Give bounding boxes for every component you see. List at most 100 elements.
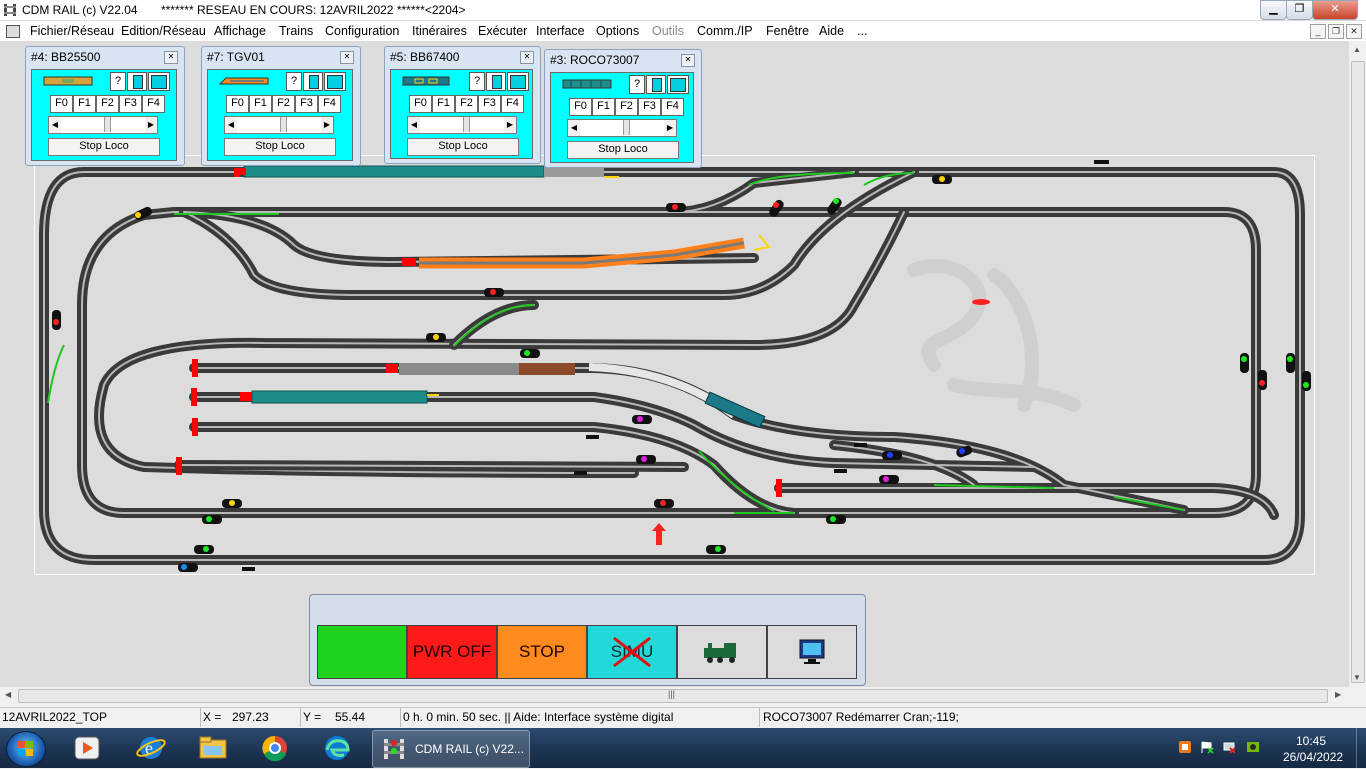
chrome-icon[interactable] xyxy=(248,731,302,765)
scroll-right-icon[interactable]: ▶ xyxy=(1335,690,1341,699)
media-player-icon[interactable] xyxy=(60,731,114,765)
maximize-button[interactable]: ❐ xyxy=(1286,0,1313,20)
help-button[interactable]: ? xyxy=(110,72,126,91)
slider-right-arrow-icon[interactable]: ▶ xyxy=(664,120,676,136)
f3-button[interactable]: F3 xyxy=(478,95,501,113)
menu-options[interactable]: Options xyxy=(596,24,639,38)
track-layout[interactable] xyxy=(34,155,1315,575)
speed-slider-thumb[interactable] xyxy=(280,117,287,132)
help-button[interactable]: ? xyxy=(469,72,485,91)
direction-button[interactable] xyxy=(127,72,147,91)
f0-button[interactable]: F0 xyxy=(409,95,432,113)
menu-affichage[interactable]: Affichage xyxy=(214,24,266,38)
f4-button[interactable]: F4 xyxy=(661,98,684,116)
mdi-close-button[interactable]: ✕ xyxy=(1346,24,1362,39)
help-button[interactable]: ? xyxy=(286,72,302,91)
f4-button[interactable]: F4 xyxy=(318,95,341,113)
f1-button[interactable]: F1 xyxy=(249,95,272,113)
speed-slider[interactable]: ◀ ▶ xyxy=(407,116,517,134)
close-button[interactable]: ✕ xyxy=(1312,0,1358,20)
f4-button[interactable]: F4 xyxy=(501,95,524,113)
vertical-scrollbar[interactable]: ▲ ▼ xyxy=(1349,41,1366,687)
speed-slider-thumb[interactable] xyxy=(104,117,111,132)
stop-loco-button[interactable]: Stop Loco xyxy=(224,138,336,156)
f3-button[interactable]: F3 xyxy=(638,98,661,116)
mdi-child-icon[interactable] xyxy=(6,25,20,38)
f4-button[interactable]: F4 xyxy=(142,95,165,113)
horizontal-scrollbar[interactable]: ◀ ||| ▶ xyxy=(0,687,1349,704)
slider-left-arrow-icon[interactable]: ◀ xyxy=(49,117,61,133)
loco-window-tgv01[interactable]: #7: TGV01 ✕ ? F0 F1 F2 F3 F4 ◀ ▶ Stop Lo… xyxy=(201,46,361,166)
direction-button[interactable] xyxy=(646,75,666,94)
go-button[interactable] xyxy=(317,625,407,679)
power-off-button[interactable]: PWR OFF xyxy=(407,625,497,679)
display-button[interactable] xyxy=(148,72,170,91)
loco-window-roco73007[interactable]: #3: ROCO73007 ✕ ? F0 F1 F2 F3 F4 ◀ ▶ Sto… xyxy=(544,49,702,168)
taskbar-clock[interactable]: 10:45 26/04/2022 xyxy=(1283,733,1343,765)
loco-window-close-button[interactable]: ✕ xyxy=(164,51,178,64)
network-disconnected-icon[interactable] xyxy=(1222,740,1236,754)
f0-button[interactable]: F0 xyxy=(569,98,592,116)
menu-fenetre[interactable]: Fenêtre xyxy=(766,24,809,38)
display-button[interactable] xyxy=(667,75,689,94)
mdi-restore-button[interactable]: ❐ xyxy=(1328,24,1344,39)
train-list-button[interactable] xyxy=(677,625,767,679)
help-button[interactable]: ? xyxy=(629,75,645,94)
taskbar-cdm-rail[interactable]: CDM RAIL (c) V22... xyxy=(372,730,530,768)
menu-trains[interactable]: Trains xyxy=(279,24,313,38)
speed-slider-thumb[interactable] xyxy=(623,120,630,135)
mdi-minimize-button[interactable]: _ xyxy=(1310,24,1326,39)
f2-button[interactable]: F2 xyxy=(272,95,295,113)
menu-comm-ip[interactable]: Comm./IP xyxy=(697,24,753,38)
scroll-left-icon[interactable]: ◀ xyxy=(5,690,11,699)
menu-aide[interactable]: Aide xyxy=(819,24,844,38)
slider-left-arrow-icon[interactable]: ◀ xyxy=(225,117,237,133)
display-button[interactable] xyxy=(324,72,346,91)
f2-button[interactable]: F2 xyxy=(615,98,638,116)
edge-icon[interactable] xyxy=(310,731,364,765)
f3-button[interactable]: F3 xyxy=(295,95,318,113)
simulation-button[interactable]: SIMU xyxy=(587,625,677,679)
internet-explorer-icon[interactable]: e xyxy=(124,731,178,765)
speed-slider[interactable]: ◀ ▶ xyxy=(224,116,334,134)
slider-left-arrow-icon[interactable]: ◀ xyxy=(568,120,580,136)
f1-button[interactable]: F1 xyxy=(73,95,96,113)
direction-button[interactable] xyxy=(486,72,506,91)
menu-itineraires[interactable]: Itinéraires xyxy=(412,24,467,38)
stop-button[interactable]: STOP xyxy=(497,625,587,679)
menu-outils[interactable]: Outils xyxy=(652,24,684,38)
loco-window-close-button[interactable]: ✕ xyxy=(681,54,695,67)
display-button[interactable] xyxy=(507,72,529,91)
menu-configuration[interactable]: Configuration xyxy=(325,24,399,38)
direction-button[interactable] xyxy=(303,72,323,91)
stop-loco-button[interactable]: Stop Loco xyxy=(48,138,160,156)
f3-button[interactable]: F3 xyxy=(119,95,142,113)
loco-window-bb25500[interactable]: #4: BB25500 ✕ ? F0 F1 F2 F3 F4 ◀ ▶ Stop … xyxy=(25,46,185,166)
f1-button[interactable]: F1 xyxy=(432,95,455,113)
menu-interface[interactable]: Interface xyxy=(536,24,585,38)
f1-button[interactable]: F1 xyxy=(592,98,615,116)
tray-app-icon[interactable] xyxy=(1178,740,1192,754)
show-desktop-button[interactable] xyxy=(1356,728,1366,768)
minimize-button[interactable]: ▁ xyxy=(1260,0,1287,20)
menu-more[interactable]: ... xyxy=(857,24,867,38)
stop-loco-button[interactable]: Stop Loco xyxy=(407,138,519,156)
action-center-flag-icon[interactable] xyxy=(1200,740,1214,754)
slider-right-arrow-icon[interactable]: ▶ xyxy=(145,117,157,133)
speed-slider[interactable]: ◀ ▶ xyxy=(567,119,677,137)
menu-fichier[interactable]: Fichier/Réseau xyxy=(30,24,114,38)
nvidia-icon[interactable] xyxy=(1246,740,1260,754)
loco-window-close-button[interactable]: ✕ xyxy=(340,51,354,64)
loco-window-close-button[interactable]: ✕ xyxy=(520,51,534,64)
f2-button[interactable]: F2 xyxy=(96,95,119,113)
f0-button[interactable]: F0 xyxy=(50,95,73,113)
file-explorer-icon[interactable] xyxy=(186,731,240,765)
scroll-up-icon[interactable]: ▲ xyxy=(1353,45,1361,54)
start-button[interactable] xyxy=(6,731,46,767)
speed-slider-thumb[interactable] xyxy=(463,117,470,132)
scroll-down-icon[interactable]: ▼ xyxy=(1353,673,1361,682)
f2-button[interactable]: F2 xyxy=(455,95,478,113)
stop-loco-button[interactable]: Stop Loco xyxy=(567,141,679,159)
monitor-button[interactable] xyxy=(767,625,857,679)
slider-right-arrow-icon[interactable]: ▶ xyxy=(504,117,516,133)
